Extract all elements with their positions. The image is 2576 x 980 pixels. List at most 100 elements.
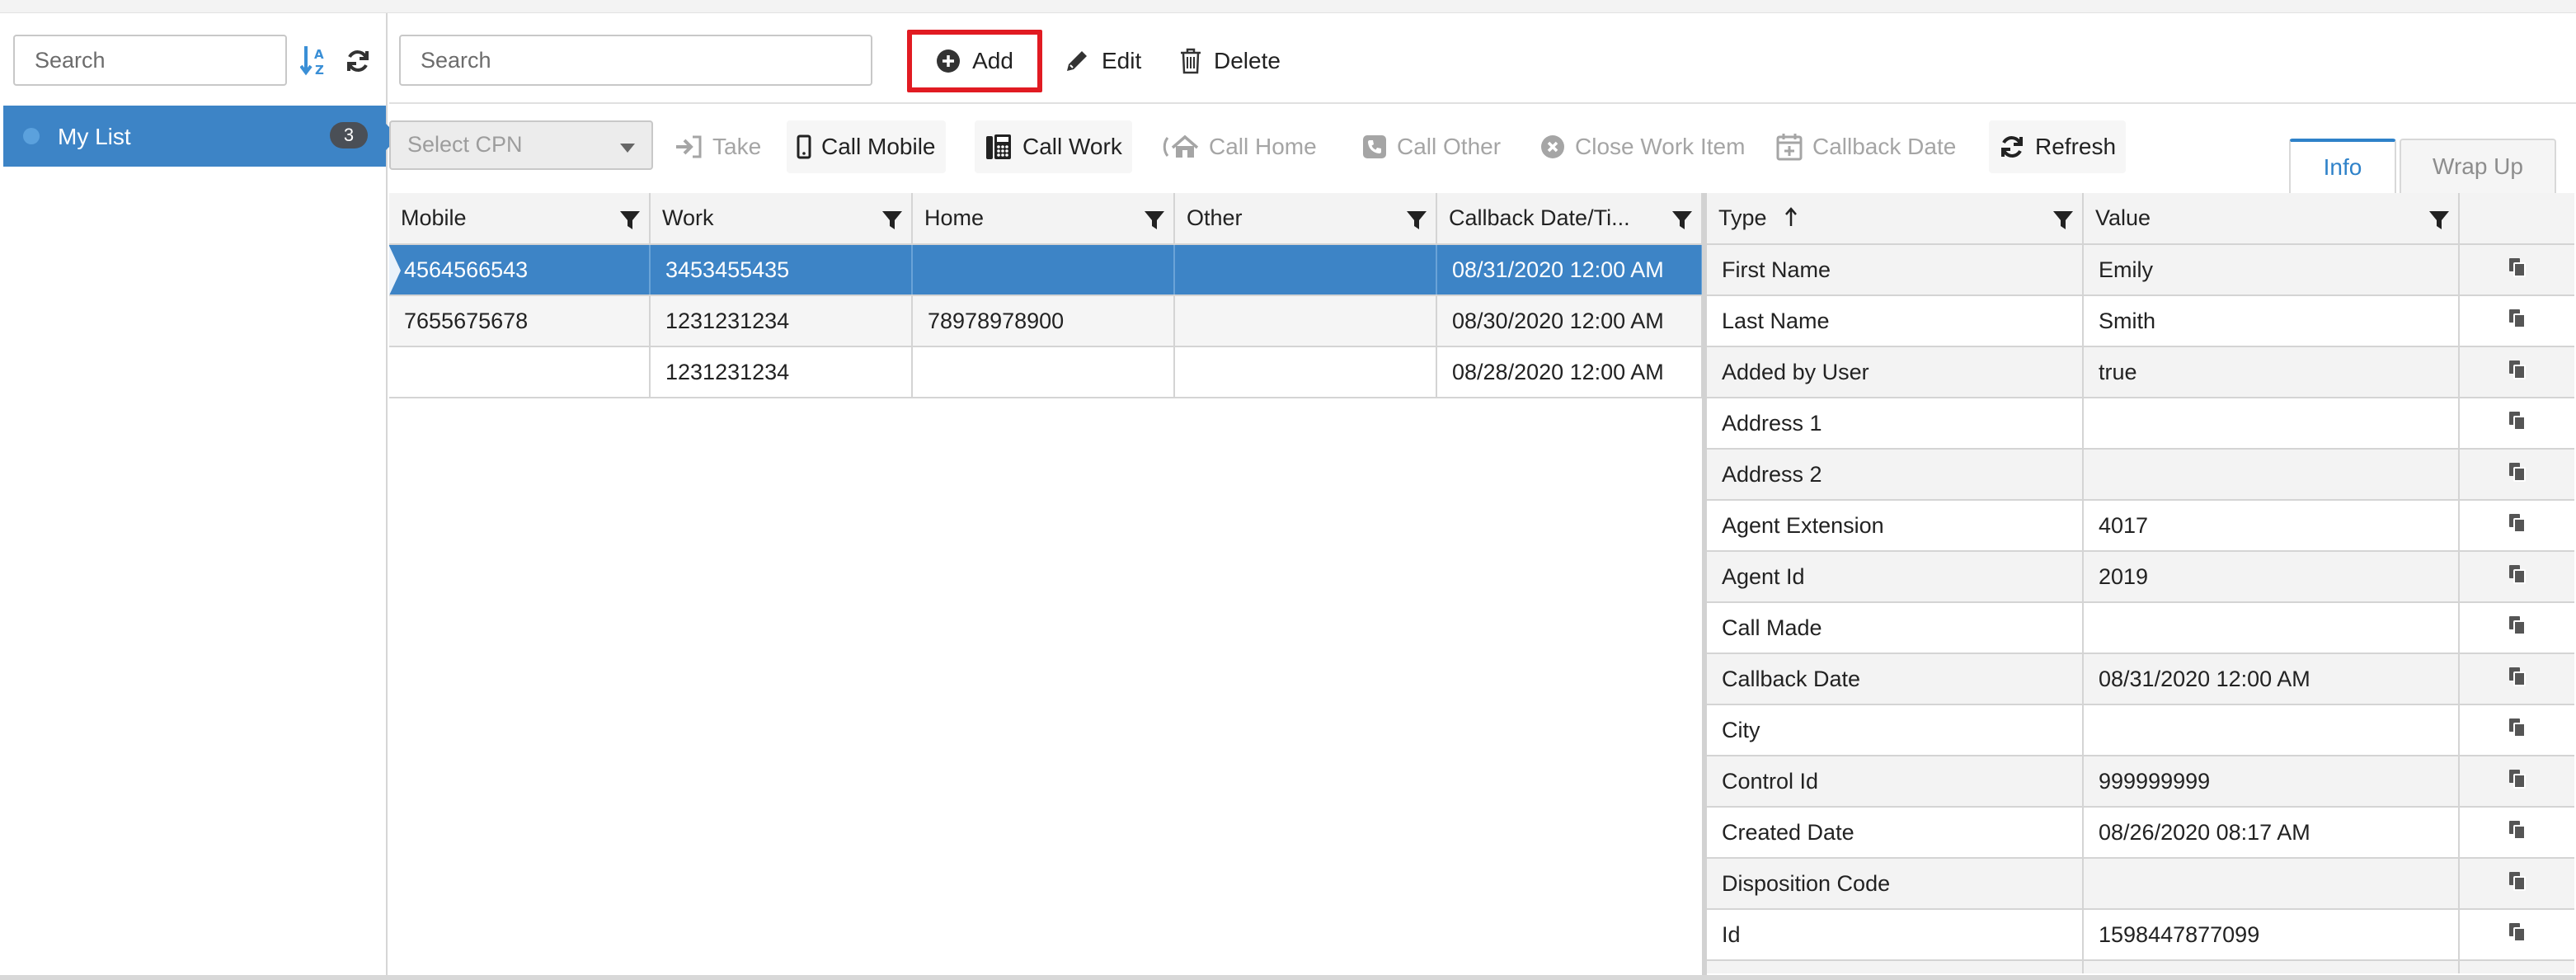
take-button[interactable]: Take	[665, 120, 771, 173]
filter-icon[interactable]	[1671, 210, 1693, 237]
copy-icon[interactable]	[2459, 346, 2574, 398]
table-row[interactable]: Agent Extension 4017	[1707, 500, 2574, 552]
table-row[interactable]: City	[1707, 704, 2574, 756]
tab-wrap-up-label: Wrap Up	[2433, 153, 2523, 179]
call-home-label: Call Home	[1209, 134, 1317, 159]
tab-wrap-up[interactable]: Wrap Up	[2400, 139, 2556, 193]
bottom-strip	[0, 975, 2576, 980]
column-header-mobile[interactable]: Mobile	[389, 193, 651, 245]
list-item-label: My List	[58, 124, 131, 149]
add-button[interactable]: Add	[907, 30, 1042, 92]
table-row[interactable]: Last Name Smith	[1707, 295, 2574, 347]
column-header-callback-date[interactable]: Callback Date/Ti...	[1436, 193, 1703, 245]
tab-info[interactable]: Info	[2289, 139, 2396, 193]
calendar-plus-icon	[1776, 134, 1803, 161]
pencil-icon	[1067, 51, 1087, 71]
close-work-item-button[interactable]: Close Work Item	[1530, 120, 1755, 173]
table-row[interactable]: Added by User true	[1707, 346, 2574, 398]
table-row[interactable]: Disposition Code	[1707, 858, 2574, 910]
callback-date-label: Callback Date	[1812, 134, 1957, 159]
contact-search-input[interactable]	[399, 35, 872, 86]
copy-icon[interactable]	[2459, 295, 2574, 347]
home-phone-icon	[1163, 134, 1199, 158]
call-home-button[interactable]: Call Home	[1153, 120, 1327, 173]
chevron-down-icon	[620, 144, 635, 153]
table-row[interactable]: 7655675678 1231231234 78978978900 08/30/…	[389, 295, 1703, 347]
edit-button[interactable]: Edit	[1049, 30, 1156, 92]
call-work-label: Call Work	[1022, 134, 1122, 159]
table-row[interactable]: 1231231234 08/28/2020 12:00 AM	[389, 346, 1703, 398]
refresh-list-icon[interactable]	[345, 48, 371, 74]
call-mobile-label: Call Mobile	[821, 134, 936, 159]
copy-icon[interactable]	[2459, 602, 2574, 654]
office-phone-icon	[986, 134, 1011, 159]
info-header-row: Type Value	[1707, 193, 2574, 245]
info-grid: Type Value First Name Emily Last Name Smit…	[1707, 193, 2574, 973]
filter-icon[interactable]	[2052, 210, 2074, 237]
copy-icon[interactable]	[2459, 909, 2574, 961]
phone-square-icon	[1363, 135, 1386, 158]
table-row[interactable]: Created Date 08/26/2020 08:17 AM	[1707, 807, 2574, 859]
list-search-input[interactable]	[13, 35, 287, 86]
copy-icon[interactable]	[2459, 653, 2574, 705]
table-row[interactable]: Address 1	[1707, 398, 2574, 450]
column-header-type[interactable]: Type	[1707, 193, 2084, 245]
call-work-button[interactable]: Call Work	[975, 120, 1132, 173]
delete-label: Delete	[1214, 48, 1281, 73]
refresh-label: Refresh	[2035, 134, 2117, 159]
table-row[interactable]: Id 1598447877099	[1707, 909, 2574, 961]
copy-icon[interactable]	[2459, 807, 2574, 859]
delete-button[interactable]: Delete	[1164, 30, 1295, 92]
callback-date-button[interactable]: Callback Date	[1766, 120, 1966, 173]
edit-label: Edit	[1102, 48, 1142, 73]
sort-asc-icon	[1785, 207, 1798, 226]
copy-icon[interactable]	[2459, 244, 2574, 296]
row-selection-arrow	[389, 246, 401, 295]
table-row[interactable]: First Name Emily	[1707, 244, 2574, 296]
copy-icon[interactable]	[2459, 858, 2574, 910]
close-work-item-label: Close Work Item	[1575, 134, 1746, 159]
table-row[interactable]: Callback Date 08/31/2020 12:00 AM	[1707, 653, 2574, 705]
list-item-my-list[interactable]: My List 3	[3, 106, 399, 167]
top-strip	[0, 0, 2576, 13]
take-label: Take	[712, 134, 762, 159]
filter-icon[interactable]	[881, 210, 903, 237]
column-header-other[interactable]: Other	[1174, 193, 1437, 245]
times-circle-icon	[1541, 135, 1564, 158]
table-row[interactable]: Agent Id 2019	[1707, 551, 2574, 603]
sign-in-icon	[676, 135, 702, 158]
copy-icon[interactable]	[2459, 551, 2574, 603]
svg-text:Z: Z	[315, 63, 324, 78]
list-count-badge: 3	[330, 122, 368, 148]
column-header-home[interactable]: Home	[912, 193, 1175, 245]
list-dot-icon	[23, 128, 40, 144]
sort-az-icon[interactable]: A Z	[299, 45, 330, 78]
contacts-grid: Mobile Work Home Other Callback Date/Ti.…	[389, 193, 1703, 975]
filter-icon[interactable]	[2428, 210, 2450, 237]
call-other-label: Call Other	[1397, 134, 1502, 159]
refresh-icon	[2001, 136, 2023, 158]
copy-icon[interactable]	[2459, 398, 2574, 450]
column-header-actions	[2459, 193, 2574, 245]
filter-icon[interactable]	[1406, 210, 1427, 237]
table-row[interactable]: 4564566543 3453455435 08/31/2020 12:00 A…	[389, 244, 1703, 296]
main-toolbar: Add Edit Delete	[389, 13, 2576, 104]
copy-icon[interactable]	[2459, 500, 2574, 552]
filter-icon[interactable]	[1144, 210, 1165, 237]
copy-icon[interactable]	[2459, 704, 2574, 756]
copy-icon[interactable]	[2459, 756, 2574, 808]
call-other-button[interactable]: Call Other	[1352, 120, 1511, 173]
table-row[interactable]: Call Made	[1707, 602, 2574, 654]
table-row[interactable]: Address 2	[1707, 449, 2574, 501]
column-header-value[interactable]: Value	[2083, 193, 2460, 245]
cpn-select[interactable]: Select CPN	[389, 120, 653, 170]
copy-icon[interactable]	[2459, 449, 2574, 501]
column-header-work[interactable]: Work	[650, 193, 913, 245]
contacts-header-row: Mobile Work Home Other Callback Date/Ti.…	[389, 193, 1703, 245]
filter-icon[interactable]	[619, 210, 641, 237]
svg-text:A: A	[314, 47, 324, 62]
call-mobile-button[interactable]: Call Mobile	[787, 120, 946, 173]
table-row[interactable]: Control Id 999999999	[1707, 756, 2574, 808]
mobile-phone-icon	[797, 134, 811, 159]
refresh-button[interactable]: Refresh	[1989, 120, 2127, 173]
